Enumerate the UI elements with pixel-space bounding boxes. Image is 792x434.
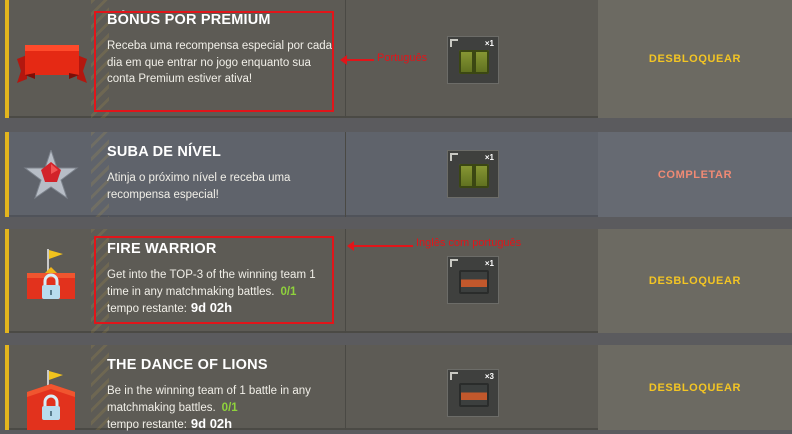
reward-item[interactable]: ×1	[447, 36, 499, 84]
item-corner	[450, 39, 458, 47]
item-corner	[450, 259, 458, 267]
unlock-button[interactable]: DESBLOQUEAR	[649, 53, 741, 65]
green-crate-icon	[459, 164, 489, 188]
mission-text: Be in the winning team of 1 battle in an…	[107, 383, 339, 434]
unlock-button[interactable]: DESBLOQUEAR	[649, 275, 741, 287]
mission-title: THE DANCE OF LIONS	[107, 357, 268, 373]
highlight-box	[94, 236, 334, 324]
reward-quantity: ×1	[484, 39, 494, 48]
action-cell: DESBLOQUEAR	[598, 0, 792, 118]
mission-row: THE DANCE OF LIONS Be in the winning tea…	[5, 345, 792, 431]
reward-quantity: ×1	[484, 259, 494, 268]
item-corner	[450, 153, 458, 161]
time-remaining-label: tempo restante:	[107, 419, 187, 431]
mission-icon-cell	[9, 229, 91, 333]
reward-quantity: ×3	[484, 372, 494, 381]
reward-item[interactable]: ×1	[447, 150, 499, 198]
mission-icon-cell	[9, 0, 91, 118]
reward-cell: ×1	[346, 132, 598, 217]
annotation-arrow	[347, 241, 413, 251]
action-cell: DESBLOQUEAR	[598, 229, 792, 333]
mission-text: Atinja o próximo nível e receba uma reco…	[107, 172, 291, 201]
green-crate-icon	[459, 50, 489, 74]
time-remaining-value: 9d 02h	[190, 416, 233, 431]
locked-crown-icon	[27, 249, 75, 299]
mission-icon-cell	[9, 132, 91, 217]
annotation-label: Português	[377, 52, 428, 64]
mission-row: SUBA DE NÍVEL Atinja o próximo nível e r…	[5, 132, 792, 217]
orange-crate-icon	[459, 270, 489, 294]
reward-quantity: ×1	[484, 153, 494, 162]
premium-banner-icon	[17, 45, 87, 83]
mission-description: SUBA DE NÍVEL Atinja o próximo nível e r…	[107, 132, 344, 217]
action-cell: DESBLOQUEAR	[598, 345, 792, 430]
item-corner	[450, 372, 458, 380]
unlock-button[interactable]: DESBLOQUEAR	[649, 382, 741, 394]
locked-flag-icon	[27, 370, 75, 430]
annotation-label: Inglês com português	[416, 237, 522, 249]
mission-text-body: Be in the winning team of 1 battle in an…	[107, 385, 311, 414]
mission-description: THE DANCE OF LIONS Be in the winning tea…	[107, 345, 344, 431]
reward-item[interactable]: ×3	[447, 369, 499, 417]
orange-crate-icon	[459, 383, 489, 407]
reward-item[interactable]: ×1	[447, 256, 499, 304]
highlight-box	[94, 11, 334, 112]
action-cell: COMPLETAR	[598, 132, 792, 217]
complete-button[interactable]: COMPLETAR	[658, 169, 732, 181]
mission-title: SUBA DE NÍVEL	[107, 144, 222, 160]
annotation-arrow	[340, 55, 374, 65]
rank-star-icon	[23, 150, 79, 200]
reward-cell: ×3	[346, 345, 598, 430]
mission-progress: 0/1	[221, 401, 238, 414]
mission-icon-cell	[9, 345, 91, 430]
